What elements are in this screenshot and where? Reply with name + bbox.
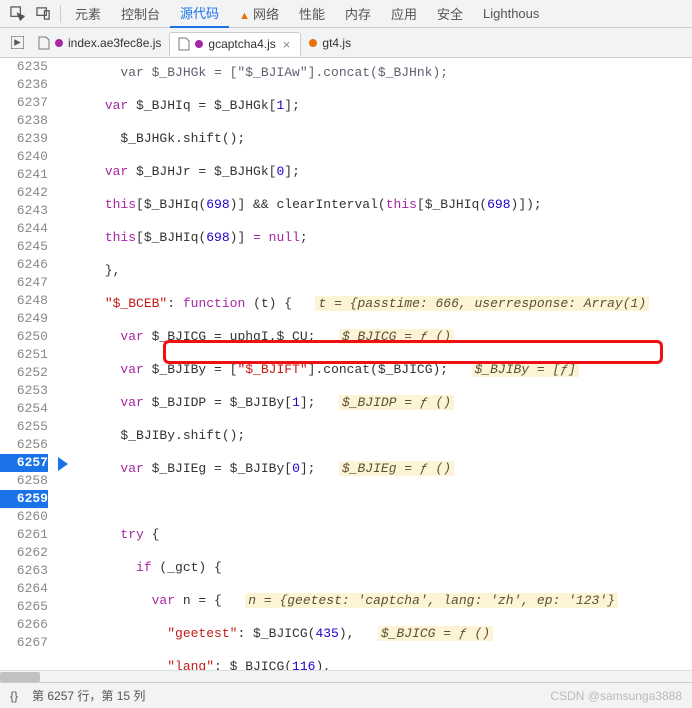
separator	[60, 5, 61, 23]
close-tab-icon[interactable]: ×	[281, 37, 293, 52]
tab-console[interactable]: 控制台	[111, 0, 170, 27]
modified-dot-icon	[55, 39, 63, 47]
tab-elements[interactable]: 元素	[65, 0, 111, 27]
file-tab-label: gcaptcha4.js	[208, 37, 275, 51]
file-tab-gt4[interactable]: gt4.js	[301, 32, 359, 54]
inline-hint: t = {passtime: 666, userresponse: Array(…	[315, 296, 649, 311]
modified-dot-icon	[309, 39, 317, 47]
tab-lighthouse[interactable]: Lighthous	[473, 2, 549, 25]
cursor-position: 第 6257 行，第 15 列	[32, 687, 145, 704]
tab-performance[interactable]: 性能	[289, 0, 335, 27]
file-icon	[178, 37, 190, 51]
file-tab-gcaptcha[interactable]: gcaptcha4.js ×	[169, 32, 301, 56]
file-icon	[38, 36, 50, 50]
tab-security[interactable]: 安全	[427, 0, 473, 27]
watermark: CSDN @samsunga3888	[550, 689, 682, 703]
toggle-navigator-icon[interactable]	[4, 36, 30, 49]
line-gutter[interactable]: 6235623662376238 6239624062416242 624362…	[0, 58, 58, 670]
scrollbar-thumb[interactable]	[0, 672, 40, 682]
warning-icon: ▲	[239, 10, 250, 22]
file-tab-label: gt4.js	[322, 36, 351, 50]
inspect-icon[interactable]	[4, 1, 30, 27]
inline-hint: $_BJICG = ƒ ()	[378, 626, 493, 641]
format-code-icon[interactable]: {}	[10, 689, 18, 703]
horizontal-scrollbar[interactable]	[0, 670, 692, 682]
inline-hint: $_BJIDP = ƒ ()	[339, 395, 454, 410]
modified-dot-icon	[195, 40, 203, 48]
inline-hint: $_BJICG = ƒ ()	[339, 329, 454, 344]
execution-arrow-icon	[58, 457, 68, 471]
inline-hint: $_BJIBy = [ƒ]	[472, 362, 579, 377]
sources-file-tabs: index.ae3fec8e.js gcaptcha4.js × gt4.js	[0, 28, 692, 58]
tab-sources[interactable]: 源代码	[170, 0, 229, 28]
inline-hint: $_BJIEg = ƒ ()	[339, 461, 454, 476]
tab-memory[interactable]: 内存	[335, 0, 381, 27]
code-editor[interactable]: 6235623662376238 6239624062416242 624362…	[0, 58, 692, 670]
status-bar: {} 第 6257 行，第 15 列 CSDN @samsunga3888	[0, 682, 692, 708]
devtools-main-tabs: 元素 控制台 源代码 ▲网络 性能 内存 应用 安全 Lighthous	[0, 0, 692, 28]
file-tab-index[interactable]: index.ae3fec8e.js	[30, 32, 169, 54]
inline-hint: n = {geetest: 'captcha', lang: 'zh', ep:…	[245, 593, 618, 608]
file-tab-label: index.ae3fec8e.js	[68, 36, 161, 50]
device-toggle-icon[interactable]	[30, 1, 56, 27]
tab-application[interactable]: 应用	[381, 0, 427, 27]
code-content[interactable]: var $_BJHGk = ["$_BJIAw"].concat($_BJHnk…	[58, 58, 692, 670]
tab-network[interactable]: ▲网络	[229, 0, 289, 27]
